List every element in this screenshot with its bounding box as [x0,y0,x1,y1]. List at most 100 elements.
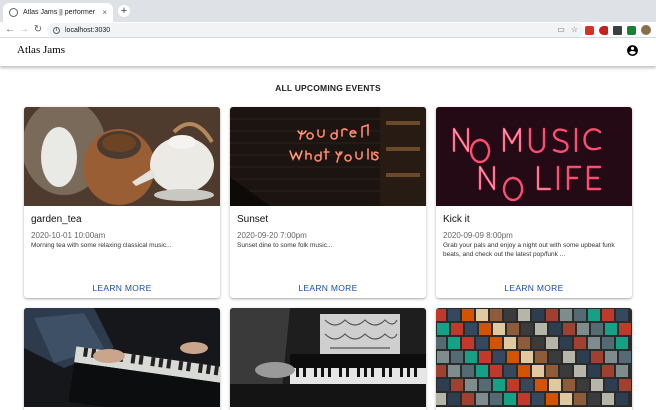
record-sleeve [476,337,488,349]
record-sleeve [462,337,474,349]
cast-icon[interactable]: ▭ [557,25,565,35]
record-sleeve [532,337,544,349]
teapot-image[interactable] [24,107,220,206]
record-sleeve [436,393,446,405]
record-sleeve [465,351,477,363]
brand-title[interactable]: Atlas Jams [17,44,65,56]
browser-tab-strip: Atlas Jams || performer × + [0,0,656,22]
new-tab-button[interactable]: + [118,5,130,17]
event-card: garden_tea 2020-10-01 10:00am Morning te… [24,107,220,298]
record-sleeve [493,323,505,335]
record-sleeve [436,337,446,349]
record-sleeve [563,351,575,363]
record-sleeve [518,393,530,405]
browser-toolbar: ← → ↻ i localhost:3030 ▭ ☆ ⋮ [0,22,656,38]
record-sleeve [490,337,502,349]
record-sleeve [448,365,460,377]
bookmark-star-icon[interactable]: ☆ [571,25,578,35]
record-sleeve [451,379,463,391]
address-bar[interactable]: i localhost:3030 ▭ ☆ [47,23,584,37]
forward-arrow-icon[interactable]: → [18,23,30,36]
neon-you-are-what-you-listen-to-image[interactable] [230,107,426,206]
extension-icon[interactable] [627,25,636,35]
tab-title: Atlas Jams || performer [23,9,96,16]
record-sleeve [479,379,491,391]
record-sleeve [532,393,544,405]
record-sleeve [436,365,446,377]
record-sleeve [602,365,614,377]
url-text[interactable]: localhost:3030 [65,27,110,34]
record-sleeve [588,393,600,405]
record-sleeve [577,323,589,335]
record-sleeve [619,379,631,391]
record-sleeve [560,365,572,377]
record-sleeve [504,393,516,405]
record-sleeve [479,323,491,335]
record-sleeve [588,365,600,377]
record-sleeve [490,309,502,321]
record-sleeve [616,365,628,377]
piano-bw-image[interactable] [230,308,426,407]
record-sleeve [465,379,477,391]
browser-tab[interactable]: Atlas Jams || performer × [3,3,113,22]
event-datetime: 2020-09-09 8:00pm [443,231,513,240]
learn-more-button[interactable]: LEARN MORE [24,283,220,293]
record-sleeve [518,365,530,377]
record-sleeve [574,365,586,377]
record-sleeve [504,365,516,377]
event-description: Sunset dine to some folk music... [237,242,333,249]
event-card: Sunset 2020-09-20 7:00pm Sunset dine to … [230,107,426,298]
event-description: Morning tea with some relaxing classical… [31,242,172,249]
extensions-area: ⋮ [585,25,656,35]
record-sleeve [577,379,589,391]
puzzle-extensions-icon[interactable] [613,25,622,35]
record-sleeve [490,365,502,377]
profile-avatar[interactable] [641,25,651,35]
record-sleeve [588,309,600,321]
megaphone-extension-icon[interactable] [599,25,608,35]
record-sleeve [535,379,547,391]
site-info-icon[interactable]: i [53,26,60,34]
learn-more-button[interactable]: LEARN MORE [436,283,632,293]
globe-icon [9,8,18,17]
record-sleeve [574,393,586,405]
event-card [24,308,220,410]
event-description: Grab your pals and enjoy a night out wit… [443,242,615,258]
record-sleeve [507,323,519,335]
record-sleeve [560,309,572,321]
account-circle-icon[interactable] [626,44,639,57]
record-sleeve [448,337,460,349]
record-sleeve [577,351,589,363]
event-datetime: 2020-10-01 10:00am [31,231,106,240]
event-card [230,308,426,410]
record-sleeve [521,351,533,363]
tab-close-icon[interactable]: × [102,8,107,17]
back-arrow-icon[interactable]: ← [4,23,16,36]
record-sleeve [563,379,575,391]
record-sleeve [546,309,558,321]
record-sleeve [448,393,460,405]
learn-more-button[interactable]: LEARN MORE [230,283,426,293]
record-sleeve [476,365,488,377]
record-sleeve [546,337,558,349]
record-sleeve [518,309,530,321]
record-sleeve [504,309,516,321]
reload-icon[interactable]: ↻ [32,23,44,36]
neon-no-music-no-life-image[interactable] [436,107,632,206]
piano-hands-image[interactable] [24,308,220,407]
record-sleeve [574,309,586,321]
record-sleeve [602,393,614,405]
event-card [436,308,632,410]
record-sleeve [546,365,558,377]
record-sleeve [560,337,572,349]
record-sleeve [616,309,628,321]
record-sleeve [521,323,533,335]
record-sleeve [605,351,617,363]
record-sleeve [574,337,586,349]
record-sleeve [591,379,603,391]
record-sleeve [605,323,617,335]
extension-icon[interactable] [585,25,594,35]
record-wall-image[interactable] [436,308,632,407]
record-sleeve [591,323,603,335]
record-sleeve [616,393,628,405]
